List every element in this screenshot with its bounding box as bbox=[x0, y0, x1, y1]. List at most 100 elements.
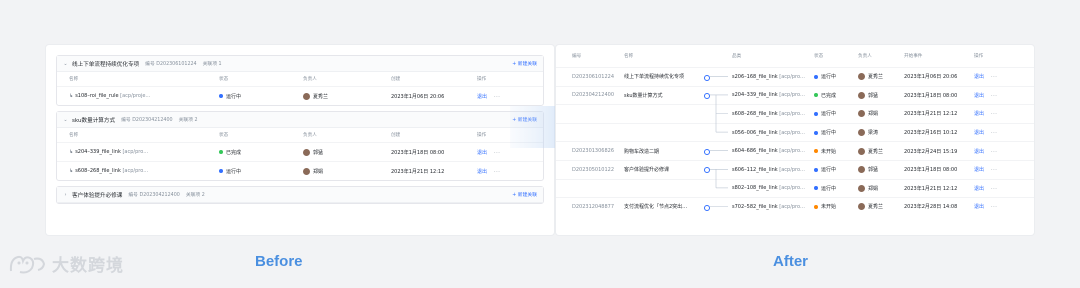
more-icon[interactable]: ··· bbox=[991, 167, 997, 173]
more-icon[interactable]: ··· bbox=[991, 130, 997, 136]
link-branch-icon: ↳ bbox=[69, 93, 74, 99]
file-link[interactable]: s604–686_file_link [acp/pro… bbox=[706, 148, 814, 154]
created-date: 2023年1月06日 20:06 bbox=[391, 93, 445, 100]
avatar bbox=[858, 184, 865, 192]
owner: 夏秀兰 bbox=[858, 203, 904, 211]
owner: 郑娟 bbox=[858, 110, 904, 118]
exit-button[interactable]: 退出 bbox=[477, 94, 487, 100]
group-code-label: 编号 bbox=[145, 62, 155, 67]
group-code-value: D202304212400 bbox=[139, 193, 180, 198]
link-name: s604–686_file_link bbox=[732, 148, 778, 155]
tree-node-icon bbox=[704, 148, 710, 155]
status-text: 运行中 bbox=[821, 167, 837, 174]
exit-button[interactable]: 退出 bbox=[974, 149, 984, 155]
tree-node-icon bbox=[704, 204, 710, 211]
link-name: s802–108_file_link bbox=[732, 185, 778, 192]
column-header: 状态 bbox=[219, 77, 229, 82]
after-caption: After bbox=[773, 253, 809, 270]
group-count-label: 关联项 bbox=[178, 118, 193, 123]
group-count-value: 2 bbox=[194, 118, 198, 123]
project-name: 线上下单流程持续优化专项 bbox=[624, 74, 685, 81]
status-text: 运行中 bbox=[821, 130, 837, 137]
file-link[interactable]: s702–582_file_link [acp/pro… bbox=[706, 204, 814, 210]
more-icon[interactable]: ··· bbox=[991, 111, 997, 117]
more-icon[interactable]: ··· bbox=[991, 186, 997, 192]
more-icon[interactable]: ··· bbox=[991, 93, 997, 99]
more-icon[interactable]: ··· bbox=[991, 204, 997, 210]
more-icon[interactable]: ··· bbox=[991, 74, 997, 80]
chevron-down-icon[interactable]: ⌄ bbox=[63, 61, 68, 67]
group-title: sku数量计算方式 bbox=[72, 117, 116, 124]
owner-name: 郑娟 bbox=[868, 111, 879, 118]
owner-name: 夏秀兰 bbox=[313, 93, 329, 100]
link-name: s108–roi_file_rule bbox=[75, 93, 119, 99]
exit-button[interactable]: 退出 bbox=[974, 204, 984, 210]
more-icon[interactable]: ··· bbox=[494, 169, 500, 175]
exit-button[interactable]: 退出 bbox=[974, 167, 984, 173]
project-name: 客户体验提升必修课 bbox=[624, 167, 670, 174]
link-name: s606–112_file_link bbox=[732, 166, 778, 173]
exit-button[interactable]: 退出 bbox=[974, 93, 984, 99]
group-header[interactable]: ⌄sku数量计算方式编号 D202304212400关联项 2+ 新建关联 bbox=[57, 112, 543, 128]
avatar bbox=[858, 129, 865, 137]
status-dot-icon bbox=[219, 94, 223, 98]
status-dot-icon bbox=[814, 111, 818, 116]
project-name: 支付流程优化「节点2突出… bbox=[624, 204, 688, 211]
exit-button[interactable]: 退出 bbox=[477, 169, 487, 175]
link-name: s204–339_file_link bbox=[732, 92, 778, 99]
avatar bbox=[303, 167, 310, 175]
link-branch-icon: ↳ bbox=[69, 149, 74, 155]
avatar bbox=[858, 91, 865, 99]
file-link[interactable]: s204–339_file_link [acp/pro… bbox=[706, 92, 814, 98]
avatar bbox=[858, 110, 865, 118]
new-link-button[interactable]: + 新建关联 bbox=[512, 60, 537, 67]
status-dot-icon bbox=[814, 74, 818, 79]
group-title: 线上下单流程持续优化专项 bbox=[72, 61, 140, 68]
exit-button[interactable]: 退出 bbox=[477, 150, 487, 156]
status-dot-icon bbox=[814, 204, 818, 209]
status-text: 运行中 bbox=[226, 93, 242, 100]
start-date: 2023年2月16日 10:12 bbox=[904, 130, 958, 137]
link-path: [acp/pro… bbox=[779, 185, 806, 192]
more-icon[interactable]: ··· bbox=[991, 149, 997, 155]
exit-button[interactable]: 退出 bbox=[974, 186, 984, 192]
file-link[interactable]: s056–006_file_link [acp/pro… bbox=[706, 130, 814, 136]
status-badge: 运行中 bbox=[219, 168, 303, 175]
status-badge: 已完成 bbox=[219, 149, 303, 156]
table-row: ↳ s204–339_file_link [acp/pro… 已完成 郭猛 2023年1… bbox=[57, 142, 543, 161]
file-link[interactable]: s608–268_file_link [acp/pro… bbox=[706, 111, 814, 117]
more-icon[interactable]: ··· bbox=[494, 150, 500, 156]
group-card: › 客户体验提升必修课 编号 D202304212400 关联项 2 + 新建关联 bbox=[56, 186, 544, 204]
exit-button[interactable]: 退出 bbox=[974, 74, 984, 80]
group-header[interactable]: ⌄ 线上下单流程持续优化专项 编号 D202306101224 关联项 1 + 新建关联 bbox=[57, 56, 543, 72]
file-link[interactable]: ↳ s204–339_file_link [acp/pro… bbox=[69, 149, 219, 155]
link-path: [acp/pro… bbox=[122, 149, 149, 155]
chevron-right-icon[interactable]: › bbox=[63, 192, 68, 198]
before-panel: ⌄ 线上下单流程持续优化专项 编号 D202306101224 关联项 1 + 新建关联… bbox=[46, 45, 554, 235]
owner: 梁涛 bbox=[858, 129, 904, 137]
avatar bbox=[858, 203, 865, 211]
status-badge: 运行中 bbox=[814, 166, 858, 173]
file-link[interactable]: s802–108_file_link [acp/pro… bbox=[706, 185, 814, 191]
column-header: 名称 bbox=[69, 77, 79, 82]
file-link[interactable]: ↳ s608–268_file_link [acp/pro… bbox=[69, 168, 219, 174]
column-header: 负责人 bbox=[303, 77, 317, 82]
status-text: 运行中 bbox=[226, 168, 242, 175]
row-actions: 退出 ··· bbox=[974, 203, 1024, 210]
exit-button[interactable]: 退出 bbox=[974, 111, 984, 117]
table-row: s608–268_file_link [acp/pro… 运行中 郑娟 2023年1月… bbox=[556, 104, 1034, 123]
file-link[interactable]: s206–168_file_link [acp/pro… bbox=[706, 74, 814, 80]
column-header: 状态 bbox=[814, 54, 824, 59]
start-date: 2023年2月28日 14:08 bbox=[904, 204, 958, 211]
group-count-value: 2 bbox=[201, 193, 205, 198]
status-dot-icon bbox=[814, 149, 818, 154]
file-link[interactable]: ↳ s108–roi_file_rule [acp/proje… bbox=[69, 93, 219, 99]
exit-button[interactable]: 退出 bbox=[974, 130, 984, 136]
new-link-button[interactable]: + 新建关联 bbox=[512, 191, 537, 198]
before-caption: Before bbox=[255, 253, 303, 270]
file-link[interactable]: s606–112_file_link [acp/pro… bbox=[706, 167, 814, 173]
group-header[interactable]: › 客户体验提升必修课 编号 D202304212400 关联项 2 + 新建关联 bbox=[57, 187, 543, 203]
link-name: s056–006_file_link bbox=[732, 129, 778, 136]
more-icon[interactable]: ··· bbox=[494, 94, 500, 100]
chevron-down-icon[interactable]: ⌄ bbox=[63, 117, 68, 123]
